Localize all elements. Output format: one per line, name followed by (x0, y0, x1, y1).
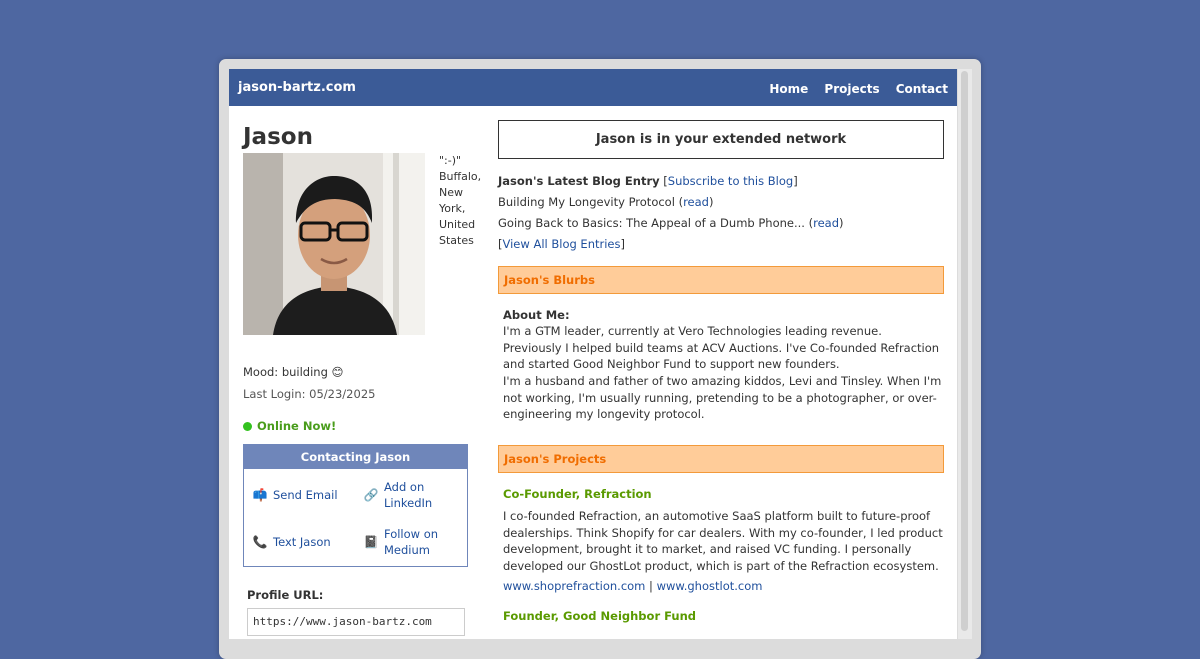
view-all-blog-line: [View All Blog Entries] (498, 237, 625, 251)
profile-name: Jason (243, 124, 313, 150)
contact-box-title: Contacting Jason (244, 445, 467, 469)
blog-heading-line: Jason's Latest Blog Entry [Subscribe to … (498, 174, 798, 188)
site-name[interactable]: jason-bartz.com (238, 80, 356, 95)
nav-contact[interactable]: Contact (896, 82, 948, 96)
online-label: Online Now! (257, 419, 337, 433)
profile-page: jason-bartz.com Home Projects Contact Ja… (229, 69, 957, 639)
about-me-label: About Me: (503, 308, 570, 322)
blog-entry: Going Back to Basics: The Appeal of a Du… (498, 216, 844, 230)
phone-icon: 📞 (252, 535, 268, 549)
text-jason-label: Text Jason (273, 535, 331, 549)
contact-box: Contacting Jason 📫 Send Email 🔗 Add on L… (243, 444, 468, 567)
ghostlot-link[interactable]: www.ghostlot.com (657, 579, 763, 593)
refraction-link[interactable]: www.shoprefraction.com (503, 579, 645, 593)
blog-entry-title: Building My Longevity Protocol (498, 195, 675, 209)
blog-read-link[interactable]: read (683, 195, 709, 209)
project-title: Co-Founder, Refraction (503, 487, 652, 501)
text-jason-link[interactable]: 📞 Text Jason (253, 534, 331, 550)
profile-url-field[interactable]: https://www.jason-bartz.com (247, 608, 465, 636)
last-login: Last Login: 05/23/2025 (243, 387, 376, 401)
blurbs-heading: Jason's Blurbs (498, 266, 944, 294)
add-linkedin-label: Add on LinkedIn (384, 480, 433, 510)
mood-status: Mood: building 😊 (243, 365, 344, 379)
add-linkedin-link[interactable]: 🔗 Add on LinkedIn (364, 479, 454, 511)
right-column: Jason is in your extended network Jason'… (498, 120, 944, 623)
online-status: Online Now! (243, 419, 336, 433)
project-links: www.shoprefraction.com | www.ghostlot.co… (503, 579, 762, 593)
online-dot-icon (243, 421, 252, 431)
nav-projects[interactable]: Projects (824, 82, 879, 96)
about-me-text-2: I'm a husband and father of two amazing … (503, 374, 942, 421)
about-me-text: I'm a GTM leader, currently at Vero Tech… (503, 324, 940, 371)
quote-text: ":-)" (439, 154, 462, 167)
network-banner: Jason is in your extended network (498, 120, 944, 159)
link-separator: | (649, 579, 653, 593)
left-column: Jason ":-)" Buffalo, New York, United St… (243, 123, 481, 636)
follow-medium-label: Follow on Medium (384, 527, 439, 557)
blog-entry: Building My Longevity Protocol (read) (498, 195, 714, 209)
send-email-link[interactable]: 📫 Send Email (253, 487, 338, 503)
blog-read-link[interactable]: read (813, 216, 839, 230)
book-icon: 📓 (363, 535, 379, 549)
scrollbar-thumb[interactable] (961, 71, 968, 631)
project-title: Founder, Good Neighbor Fund (503, 609, 697, 623)
blog-entry-title: Going Back to Basics: The Appeal of a Du… (498, 216, 805, 230)
nav-home[interactable]: Home (769, 82, 808, 96)
blog-heading: Jason's Latest Blog Entry (498, 174, 660, 188)
profile-quote: ":-)" Buffalo, New York, United States (439, 153, 485, 249)
link-icon: 🔗 (363, 488, 379, 502)
profile-location: Buffalo, New York, United States (439, 170, 482, 247)
scrollbar[interactable] (958, 69, 972, 639)
profile-url-label: Profile URL: (247, 588, 324, 602)
main-nav: Home Projects Contact (758, 78, 948, 97)
top-nav-bar: jason-bartz.com Home Projects Contact (229, 69, 957, 106)
view-all-blog-link[interactable]: View All Blog Entries (503, 237, 621, 251)
send-email-label: Send Email (273, 488, 338, 502)
projects-heading: Jason's Projects (498, 445, 944, 473)
subscribe-blog-link[interactable]: Subscribe to this Blog (668, 174, 793, 188)
mailbox-icon: 📫 (252, 488, 268, 502)
profile-photo (243, 153, 425, 335)
project-description: I co-founded Refraction, an automotive S… (503, 509, 943, 573)
follow-medium-link[interactable]: 📓 Follow on Medium (364, 526, 454, 558)
